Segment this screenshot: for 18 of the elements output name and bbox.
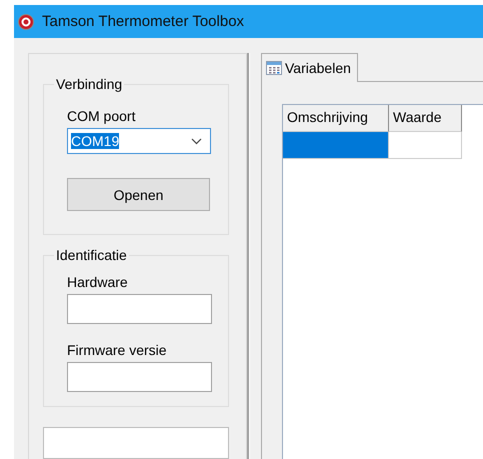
column-header[interactable]: Waarde: [389, 105, 462, 132]
table-cell[interactable]: [389, 132, 462, 159]
tab[interactable]: Variabelen: [261, 53, 358, 82]
port-dropdown[interactable]: COM19: [67, 128, 211, 154]
input-field[interactable]: [67, 294, 212, 324]
input-field[interactable]: [67, 362, 212, 392]
field-label: Firmware versie: [67, 342, 167, 358]
table-icon: [266, 60, 282, 76]
chevron-icon: [191, 138, 202, 144]
group-title: Identificatie: [54, 246, 129, 263]
open-button[interactable]: Openen: [67, 178, 210, 211]
table-cell[interactable]: [283, 132, 389, 159]
app-icon: [18, 14, 34, 30]
group-title: Verbinding: [54, 76, 124, 92]
field-label: Hardware: [67, 274, 128, 290]
column-header[interactable]: Omschrijving: [283, 105, 389, 132]
window-title: Tamson Thermometer Toolbox: [42, 13, 244, 30]
field-label: COM poort: [67, 108, 136, 124]
